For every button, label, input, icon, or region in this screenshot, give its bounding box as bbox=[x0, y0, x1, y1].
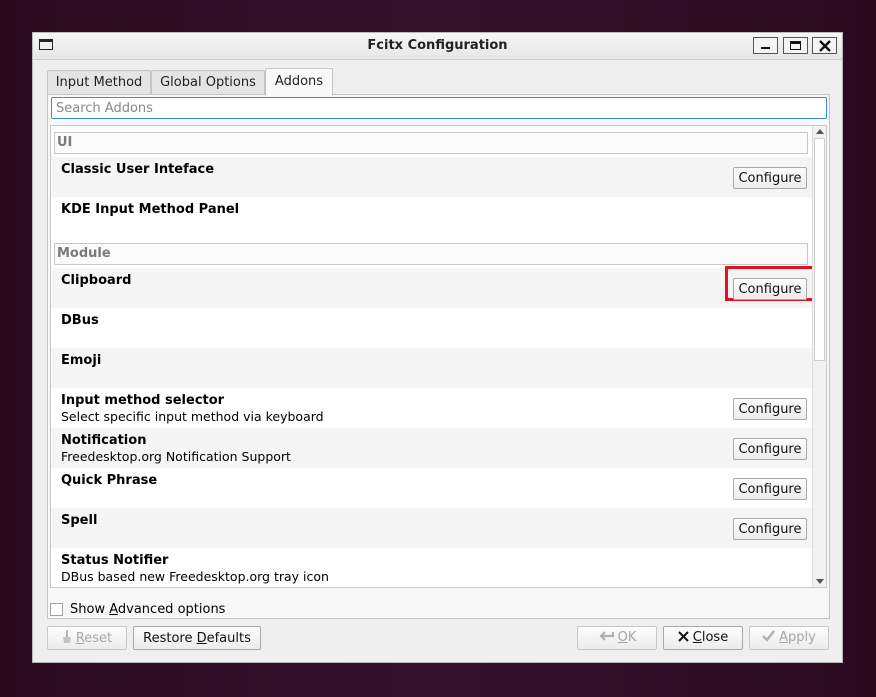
tab-input-method[interactable]: Input Method bbox=[47, 70, 151, 94]
ok-arrow-icon bbox=[598, 630, 614, 646]
configure-button[interactable]: Configure bbox=[733, 518, 807, 540]
list-item[interactable]: Input method selector Select specific in… bbox=[51, 388, 813, 428]
list-item[interactable]: Emoji bbox=[51, 348, 813, 388]
section-header-ui: UI bbox=[54, 132, 808, 154]
title-bar[interactable]: Fcitx Configuration bbox=[33, 33, 842, 60]
ok-button[interactable]: OK bbox=[577, 626, 657, 650]
addon-description: Freedesktop.org Notification Support bbox=[61, 449, 291, 464]
addon-name: Input method selector bbox=[61, 393, 225, 408]
list-item[interactable]: DBus bbox=[51, 308, 813, 348]
close-x-icon bbox=[678, 631, 689, 646]
addon-name: KDE Input Method Panel bbox=[61, 202, 240, 217]
addon-name: Spell bbox=[61, 513, 98, 528]
addon-name: Classic User Inteface bbox=[61, 162, 215, 177]
apply-button[interactable]: Apply bbox=[749, 626, 829, 650]
addon-name: Notification bbox=[61, 433, 147, 448]
advanced-checkbox[interactable] bbox=[50, 603, 63, 616]
addon-name: Quick Phrase bbox=[61, 473, 158, 488]
minimize-icon[interactable] bbox=[753, 37, 778, 54]
list-item[interactable]: Quick Phrase Configure bbox=[51, 468, 813, 508]
list-item[interactable]: Clipboard Configure bbox=[51, 266, 815, 308]
configure-button[interactable]: Configure bbox=[733, 478, 807, 500]
addon-description: DBus based new Freedesktop.org tray icon bbox=[61, 569, 329, 584]
tab-global-options[interactable]: Global Options bbox=[151, 70, 265, 94]
window-title: Fcitx Configuration bbox=[367, 38, 508, 53]
advanced-label[interactable]: Show Advanced options bbox=[70, 602, 225, 617]
list-item[interactable]: Notification Freedesktop.org Notificatio… bbox=[51, 428, 813, 468]
clipboard-configure-button[interactable]: Configure bbox=[733, 278, 807, 300]
scrollbar-thumb[interactable] bbox=[814, 138, 825, 361]
configure-button[interactable]: Configure bbox=[733, 167, 807, 189]
list-item[interactable]: Classic User Inteface Configure bbox=[51, 157, 813, 197]
addon-description: Select specific input method via keyboar… bbox=[61, 409, 324, 424]
tab-addons[interactable]: Addons bbox=[265, 68, 333, 96]
section-title: UI bbox=[57, 135, 73, 150]
list-item[interactable]: Spell Configure bbox=[51, 508, 813, 548]
list-item[interactable]: Status Notifier DBus based new Freedeskt… bbox=[51, 548, 813, 587]
addon-name: Clipboard bbox=[61, 273, 132, 288]
list-item[interactable]: KDE Input Method Panel bbox=[51, 197, 813, 237]
section-header-module: Module bbox=[54, 243, 808, 265]
search-addons-input[interactable] bbox=[51, 97, 827, 119]
addon-name: Emoji bbox=[61, 353, 102, 368]
configure-button[interactable]: Configure bbox=[733, 438, 807, 460]
restore-defaults-button[interactable]: Restore Defaults bbox=[133, 626, 261, 650]
addon-name: DBus bbox=[61, 313, 99, 328]
broom-icon bbox=[62, 629, 72, 647]
close-button[interactable]: Close bbox=[663, 626, 743, 650]
checkmark-icon bbox=[762, 630, 776, 646]
maximize-icon[interactable] bbox=[783, 37, 808, 54]
addon-name: Status Notifier bbox=[61, 553, 169, 568]
fcitx-config-window: Fcitx Configuration Input Method Global … bbox=[32, 32, 843, 663]
addons-list: UI Classic User Inteface Configure KDE I… bbox=[50, 125, 827, 588]
close-window-icon[interactable] bbox=[812, 37, 837, 54]
configure-button[interactable]: Configure bbox=[733, 398, 807, 420]
vertical-scrollbar[interactable] bbox=[812, 126, 826, 587]
addons-panel: UI Classic User Inteface Configure KDE I… bbox=[47, 94, 830, 619]
scroll-down-icon[interactable] bbox=[816, 579, 824, 584]
reset-button[interactable]: Reset bbox=[47, 626, 127, 650]
scroll-up-icon[interactable] bbox=[816, 129, 824, 134]
section-title: Module bbox=[57, 246, 111, 261]
